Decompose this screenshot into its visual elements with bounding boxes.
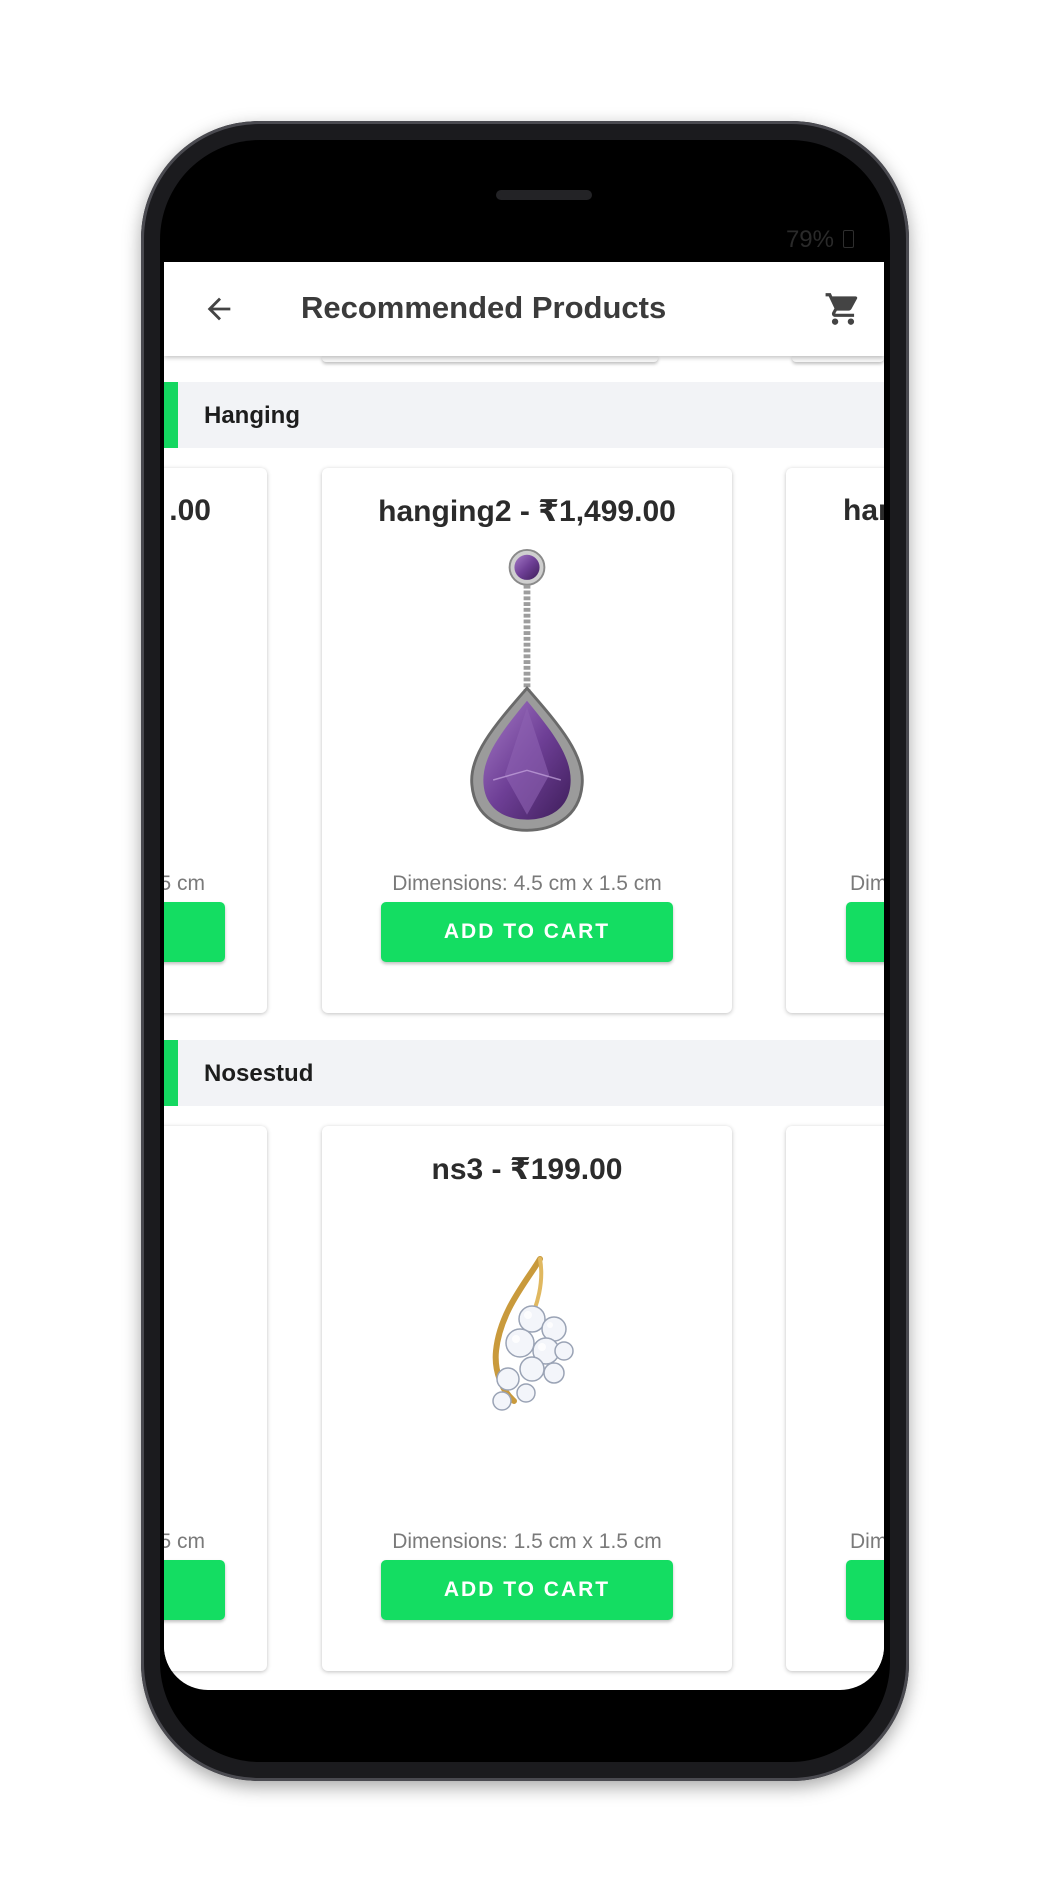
product-title: han (843, 494, 884, 527)
product-title: hanging2 - ₹1,499.00 (378, 495, 676, 528)
product-card[interactable]: Dim (786, 1126, 884, 1671)
product-card[interactable]: hanging2 - ₹1,499.00 Dimensions: 4.5 cm … (322, 468, 732, 1013)
add-to-cart-button[interactable] (846, 1560, 884, 1620)
section-accent-bar (164, 382, 178, 448)
page-title: Recommended Products (301, 290, 667, 325)
arrow-back-icon[interactable] (202, 292, 236, 326)
previous-card-edge (792, 356, 884, 362)
add-to-cart-button[interactable]: ADD TO CART (381, 902, 673, 962)
status-bar: 79% (164, 212, 884, 262)
product-dimensions: Dim (850, 1530, 884, 1553)
product-card[interactable]: 5 cm (164, 1126, 267, 1671)
product-title: ns3 - ₹199.00 (431, 1153, 623, 1186)
add-to-cart-button[interactable] (846, 902, 884, 962)
product-dimensions: 5 cm (164, 1530, 205, 1553)
product-dimensions: Dimensions: 4.5 cm x 1.5 cm (392, 872, 662, 895)
section-title: Hanging (204, 402, 300, 429)
purple-teardrop-hanging-image (470, 548, 584, 832)
product-card[interactable]: .00 5 cm (164, 468, 267, 1013)
product-title: .00 (169, 494, 211, 527)
shopping-cart-icon[interactable] (824, 290, 862, 328)
app-bar: Recommended Products (164, 262, 884, 356)
product-dimensions: 5 cm (164, 872, 205, 895)
battery-icon (843, 230, 854, 248)
earpiece-speaker (496, 190, 592, 200)
product-dimensions: Dim (850, 872, 884, 895)
add-to-cart-button[interactable]: ADD TO CART (381, 1560, 673, 1620)
add-to-cart-button[interactable] (164, 902, 225, 962)
product-card[interactable]: ns3 - ₹199.00 Dimensions: 1.5 cm x 1.5 c… (322, 1126, 732, 1671)
app-screen: Recommended Products Hanging .00 5 cm ha… (164, 262, 884, 1690)
section-title: Nosestud (204, 1060, 314, 1087)
section-header-nosestud: Nosestud (164, 1040, 884, 1106)
product-dimensions: Dimensions: 1.5 cm x 1.5 cm (392, 1530, 662, 1553)
section-accent-bar (164, 1040, 178, 1106)
section-header-hanging: Hanging (164, 382, 884, 448)
add-to-cart-button[interactable] (164, 1560, 225, 1620)
previous-card-edge (322, 356, 658, 362)
diamond-flower-nosestud-image (492, 1256, 574, 1411)
product-card[interactable]: han Dim (786, 468, 884, 1013)
battery-percent: 79% (785, 226, 834, 253)
